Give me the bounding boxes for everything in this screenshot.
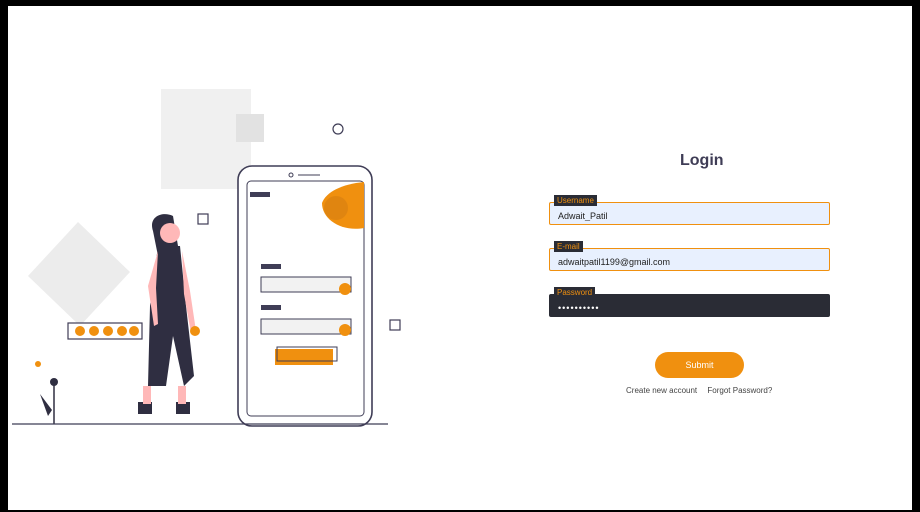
login-illustration	[12, 89, 401, 427]
password-label: Password	[554, 287, 596, 298]
bg-circle	[332, 123, 344, 135]
password-field-wrapper: Password	[549, 287, 830, 317]
bg-diamond	[28, 222, 130, 326]
email-label: E-mail	[554, 241, 583, 252]
plant-illustration	[35, 361, 58, 424]
password-dots-illustration	[67, 322, 143, 340]
bg-square-small	[236, 114, 264, 142]
create-account-link[interactable]: Create new account	[626, 386, 697, 395]
forgot-password-link[interactable]: Forgot Password?	[707, 386, 772, 395]
auth-links: Create new account Forgot Password?	[626, 386, 780, 395]
bg-square-outline-2	[389, 319, 401, 331]
username-label: Username	[554, 195, 597, 206]
bg-square-outline-1	[197, 213, 209, 225]
email-input[interactable]	[549, 248, 830, 271]
username-field-wrapper: Username	[549, 195, 830, 225]
submit-button[interactable]: Submit	[655, 352, 744, 378]
email-field-wrapper: E-mail	[549, 241, 830, 271]
login-title: Login	[680, 152, 724, 169]
page-frame: Login Username E-mail Password Submit Cr…	[8, 6, 912, 510]
phone-illustration	[237, 165, 373, 427]
woman-illustration	[138, 214, 200, 414]
